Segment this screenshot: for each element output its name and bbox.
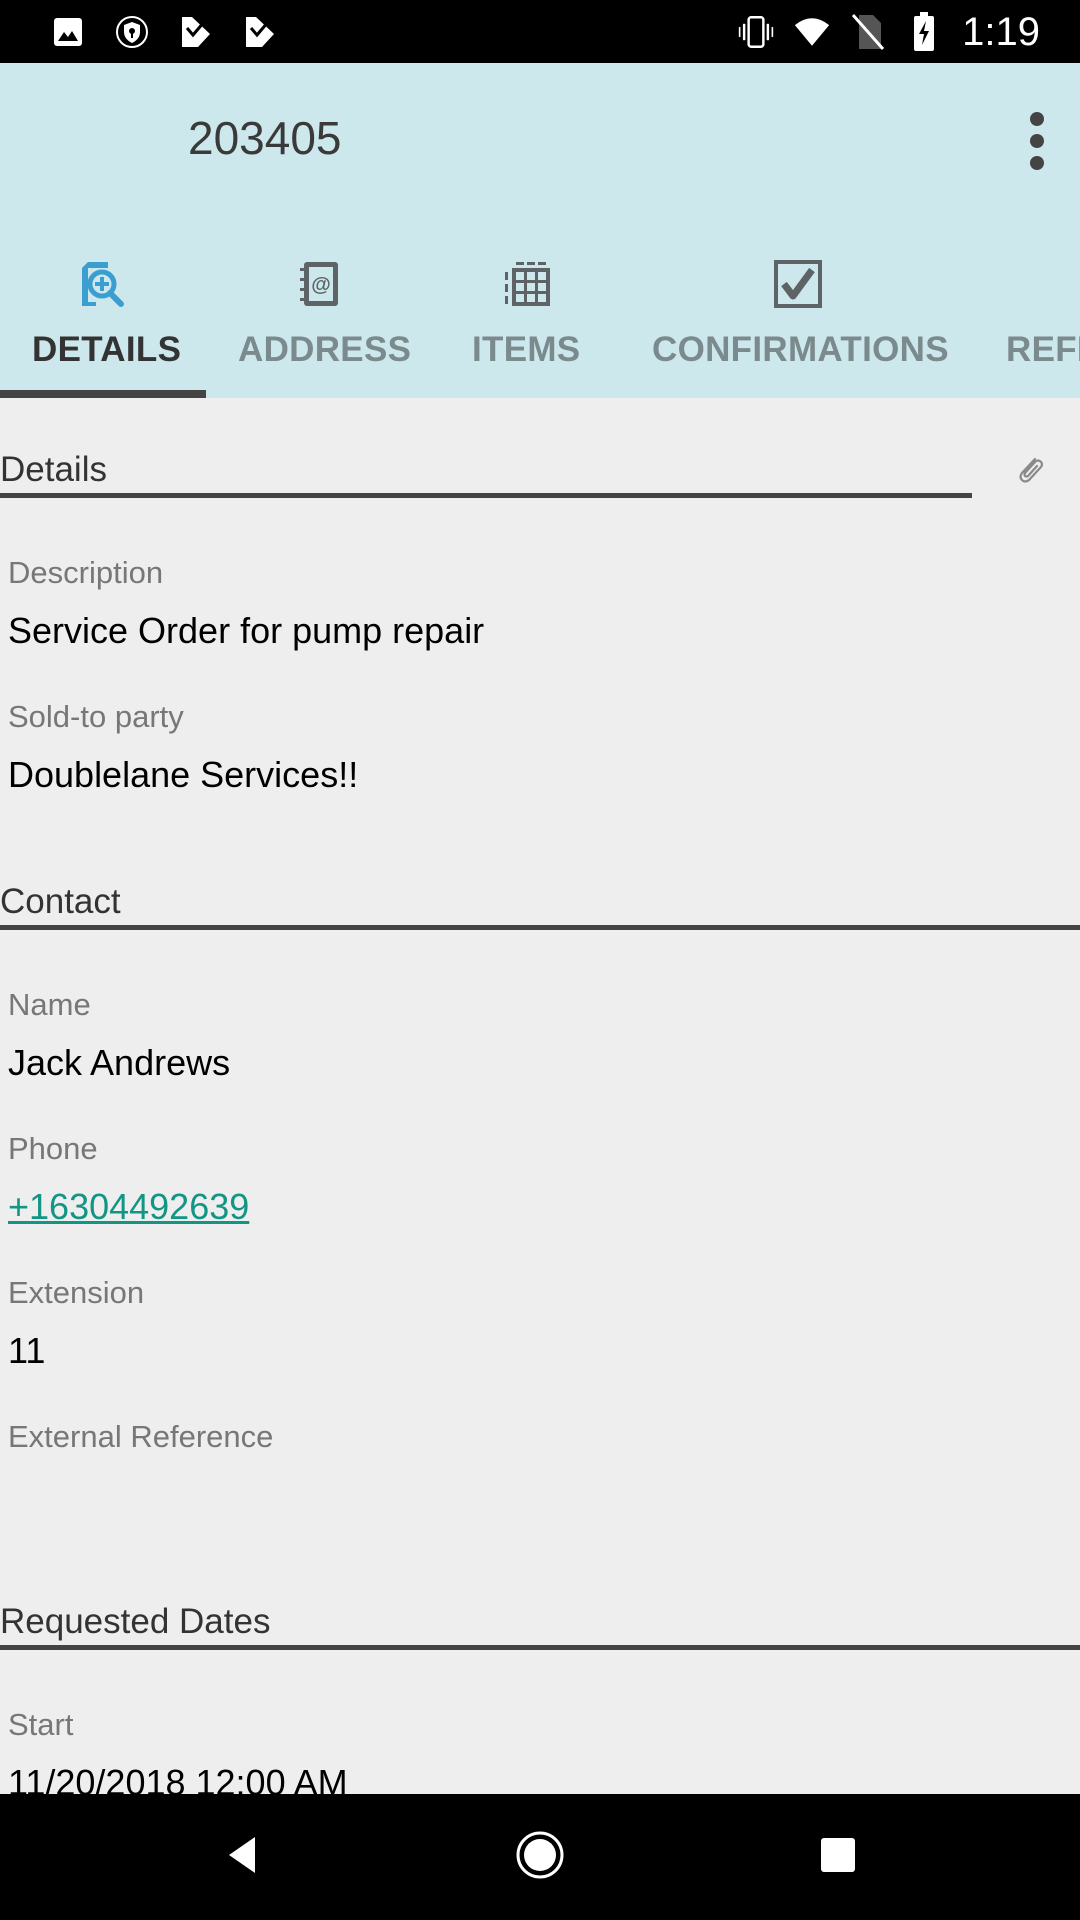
active-tab-indicator [0, 390, 206, 398]
more-options-button[interactable] [1012, 101, 1062, 181]
section-divider [0, 925, 1080, 930]
tab-bar: DETAILS @ ADDRESS ITEMS CONFIRMATIONS RE… [0, 238, 1080, 398]
phone-link[interactable]: +16304492639 [8, 1186, 249, 1228]
checkbox-icon [772, 258, 824, 310]
tab-label: ITEMS [472, 330, 581, 369]
field-value-extension: 11 [8, 1330, 46, 1371]
tab-confirmations[interactable]: CONFIRMATIONS [624, 238, 972, 398]
section-divider [0, 1645, 1080, 1650]
field-label-phone: Phone [8, 1131, 98, 1166]
attach-button[interactable] [1008, 450, 1052, 494]
page-title: 203405 [188, 112, 342, 164]
section-header-contact: Contact [0, 882, 121, 921]
field-label-external-reference: External Reference [8, 1419, 274, 1454]
status-bar: 1:19 [0, 0, 1080, 63]
wifi-icon [794, 14, 830, 50]
field-label-start: Start [8, 1707, 74, 1742]
tab-label: CONFIRMATIONS [652, 330, 949, 369]
clock: 1:19 [962, 9, 1040, 54]
back-button[interactable] [197, 1822, 287, 1892]
field-label-description: Description [8, 555, 164, 590]
paperclip-icon [1013, 453, 1047, 492]
tab-label: ADDRESS [238, 330, 412, 369]
more-vert-icon [1030, 112, 1044, 126]
task-check-icon [178, 14, 214, 50]
section-header-details: Details [0, 450, 107, 489]
more-vert-dot [1030, 156, 1044, 170]
tab-label: REFE [1006, 330, 1080, 369]
app-bar: 203405 DETAILS @ ADDRESS ITEMS CONFIRMAT… [0, 63, 1080, 398]
field-value-sold-to-party: Doublelane Services!! [8, 754, 359, 795]
section-divider [0, 493, 972, 498]
grid-list-icon [502, 258, 554, 310]
home-icon [515, 1830, 565, 1885]
tab-address[interactable]: @ ADDRESS [206, 238, 424, 398]
recents-button[interactable] [793, 1822, 883, 1892]
system-nav-bar [0, 1794, 1080, 1920]
field-label-extension: Extension [8, 1275, 145, 1310]
no-sim-icon [850, 14, 886, 50]
image-icon [50, 14, 86, 50]
tab-details[interactable]: DETAILS [0, 238, 206, 398]
tab-references[interactable]: REFE [972, 238, 1080, 398]
field-label-sold-to-party: Sold-to party [8, 699, 184, 734]
task-check-icon [242, 14, 278, 50]
home-button[interactable] [495, 1822, 585, 1892]
battery-charging-icon [906, 12, 942, 51]
vibrate-icon [738, 14, 774, 50]
field-value-name: Jack Andrews [8, 1042, 231, 1083]
section-header-requested-dates: Requested Dates [0, 1602, 271, 1641]
field-value-description: Service Order for pump repair [8, 610, 485, 651]
svg-text:@: @ [311, 274, 331, 296]
address-book-icon: @ [294, 258, 346, 310]
vpn-shield-icon [114, 14, 150, 50]
field-label-name: Name [8, 987, 91, 1022]
tab-label: DETAILS [32, 330, 182, 369]
details-content[interactable]: Details Description Service Order for pu… [0, 398, 1080, 1794]
field-value-start: 11/20/2018 12:00 AM [8, 1762, 348, 1794]
recents-icon [820, 1837, 856, 1878]
back-icon [225, 1835, 259, 1880]
document-search-icon [76, 258, 128, 310]
tab-items[interactable]: ITEMS [424, 238, 624, 398]
more-vert-dot [1030, 134, 1044, 148]
